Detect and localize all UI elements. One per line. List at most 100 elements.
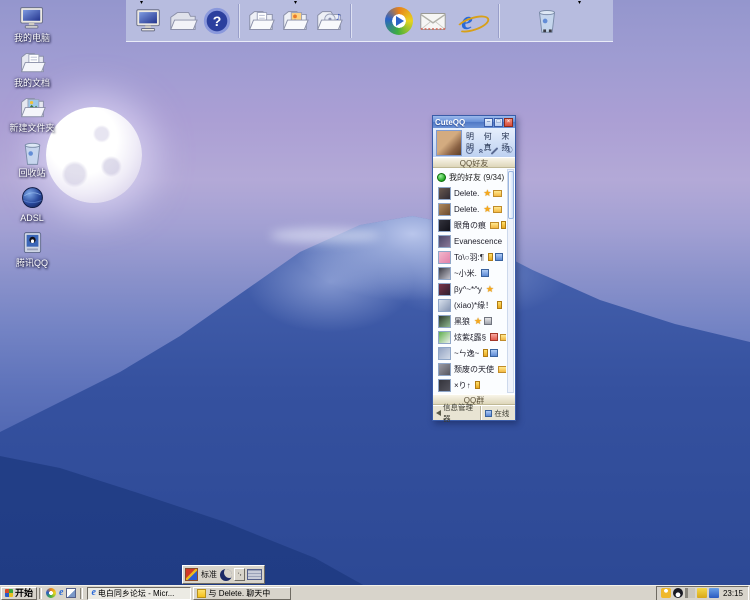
search-icon[interactable] (466, 147, 473, 154)
qq-chat-icon (197, 589, 206, 598)
yellow-badge-icon (483, 349, 488, 357)
toolbar-pictures-button[interactable] (279, 4, 311, 38)
task-button-qq-chat[interactable]: 与 Delete. 聊天中 (193, 587, 291, 600)
user-avatar[interactable] (436, 130, 462, 156)
friend-row[interactable]: βy^~*^y ★ (435, 281, 506, 297)
toolbar-music-button[interactable]: ♪ (313, 4, 345, 38)
friend-row[interactable]: ~小米. (435, 265, 506, 281)
windows-flag-icon (5, 589, 13, 597)
fullwidth-moon-icon[interactable] (220, 569, 232, 581)
maximize-button[interactable]: □ (494, 118, 503, 127)
friend-list: 我的好友 (9/34) Delete. ★ Delete. ★ 眼角の痕 (433, 168, 515, 394)
desktop-icon-my-documents[interactable]: 我的文档 (2, 49, 62, 94)
toolbar-internet-explorer-button[interactable]: e (451, 4, 483, 38)
blue-badge-icon (490, 349, 498, 357)
lock-icon[interactable] (697, 588, 707, 598)
desktop-icon-label: 回收站 (2, 168, 62, 178)
toolbar-media-player-button[interactable] (383, 4, 415, 38)
friend-badges (488, 221, 506, 229)
friend-badges (488, 333, 506, 341)
toolbar-mail-button[interactable] (417, 4, 449, 38)
qq-header-links: 明明何真宋扬 (466, 128, 515, 144)
friend-avatar (438, 251, 451, 264)
tab-qq-friends[interactable]: QQ好友 (433, 157, 515, 168)
minimize-button[interactable]: – (484, 118, 493, 127)
friend-avatar (438, 363, 451, 376)
qq-titlebar[interactable]: CuteQQ – □ × (433, 116, 515, 128)
group-status-icon (437, 173, 446, 182)
start-button[interactable]: 开始 (1, 587, 37, 600)
qq-header: 明明何真宋扬 « ① (433, 128, 515, 157)
friend-name: 颓废の天使 (454, 364, 494, 375)
friend-row[interactable]: 眼角の痕 (435, 217, 506, 233)
friend-badges (496, 365, 506, 373)
friend-group-header[interactable]: 我的好友 (9/34) (435, 170, 506, 185)
start-label: 开始 (15, 588, 33, 598)
qq-doctor-icon[interactable] (661, 588, 671, 598)
punctuation-toggle[interactable]: ·, (234, 568, 245, 581)
friend-row[interactable]: 颓废の天使 (435, 361, 506, 377)
desktop-icon-my-computer[interactable]: 我的电脑 (2, 4, 62, 49)
volume-icon[interactable] (685, 588, 695, 598)
header-link[interactable]: 何真 (484, 131, 498, 144)
friend-row[interactable]: Delete. ★ (435, 201, 506, 217)
toolbar-my-computer-button[interactable] (133, 4, 165, 38)
header-link[interactable]: 明明 (466, 131, 480, 144)
friend-avatar (438, 235, 451, 248)
friend-row[interactable]: ~ㄣ逸~ (435, 345, 506, 361)
friend-row[interactable]: To\○羽:¶ (435, 249, 506, 265)
friend-row[interactable]: (xiao)*缘！ (435, 297, 506, 313)
friend-avatar (438, 379, 451, 392)
keyboard-icon[interactable] (247, 569, 262, 580)
collapse-icon[interactable]: « (478, 148, 486, 153)
header-link[interactable]: 宋扬 (501, 131, 515, 144)
internet-explorer-icon[interactable]: e (59, 588, 63, 598)
toolbar-recycle-bin-button[interactable] (531, 4, 563, 38)
online-status-button[interactable]: 在线 (481, 406, 515, 420)
message-manager-button[interactable]: 信息管理器 (433, 406, 481, 420)
recycle-bin-icon (18, 139, 47, 168)
toolbar-briefcase-button[interactable] (167, 4, 199, 38)
my-computer-icon (18, 4, 47, 33)
blue-badge-icon (495, 253, 503, 261)
media-player-icon[interactable] (46, 588, 56, 598)
desktop-icon-tencent-qq[interactable]: 腾讯QQ (2, 229, 62, 274)
desktop-icon-recycle-bin[interactable]: 回收站 (2, 139, 62, 184)
toolbar-help-button[interactable]: ? (201, 4, 233, 38)
adsl-globe-icon (18, 184, 47, 213)
toolbar-documents-button[interactable] (245, 4, 277, 38)
taskbar: 开始 e e 电白同乡论坛 - Micr... 与 Delete. 聊天中 23… (0, 585, 750, 600)
quick-launch: e (44, 588, 78, 598)
input-method-icon[interactable] (709, 588, 719, 598)
friend-row[interactable]: Delete. ★ (435, 185, 506, 201)
friend-row[interactable]: 黑狼 ★ (435, 313, 506, 329)
yellow-badge-icon (475, 381, 480, 389)
friend-badges: ★ (472, 317, 492, 326)
close-button[interactable]: × (504, 118, 513, 127)
taskbar-clock[interactable]: 23:15 (721, 589, 745, 598)
show-desktop-icon[interactable] (66, 588, 76, 598)
mail-badge-icon (493, 206, 502, 213)
friend-row[interactable]: Evanescence (435, 233, 506, 249)
yellow-badge-icon (488, 253, 493, 261)
info-icon[interactable]: ① (505, 146, 513, 155)
friend-name: Delete. (454, 205, 479, 214)
speaker-icon (436, 410, 441, 416)
qq-penguin-icon[interactable] (673, 588, 683, 598)
online-label: 在线 (494, 408, 509, 419)
new-folder-icon (18, 94, 47, 123)
mail-badge-icon (493, 190, 502, 197)
ime-logo-icon[interactable] (185, 568, 198, 581)
desktop-icon-new-folder[interactable]: 新建文件夹 (2, 94, 62, 139)
scrollbar-thumb[interactable] (508, 171, 514, 219)
friend-row[interactable]: 炫紫ξ露§ (435, 329, 506, 345)
friend-avatar (438, 203, 451, 216)
task-button-forum[interactable]: e 电白同乡论坛 - Micr... (87, 587, 191, 600)
media-player-icon (385, 7, 413, 35)
tools-icon[interactable] (491, 147, 499, 155)
friend-row[interactable]: ×り↑ (435, 377, 506, 393)
ime-mode-label[interactable]: 标准 (200, 569, 218, 580)
desktop-icon-adsl[interactable]: ADSL (2, 184, 62, 229)
group-label: 我的好友 (9/34) (449, 172, 504, 183)
scrollbar[interactable] (507, 169, 514, 393)
